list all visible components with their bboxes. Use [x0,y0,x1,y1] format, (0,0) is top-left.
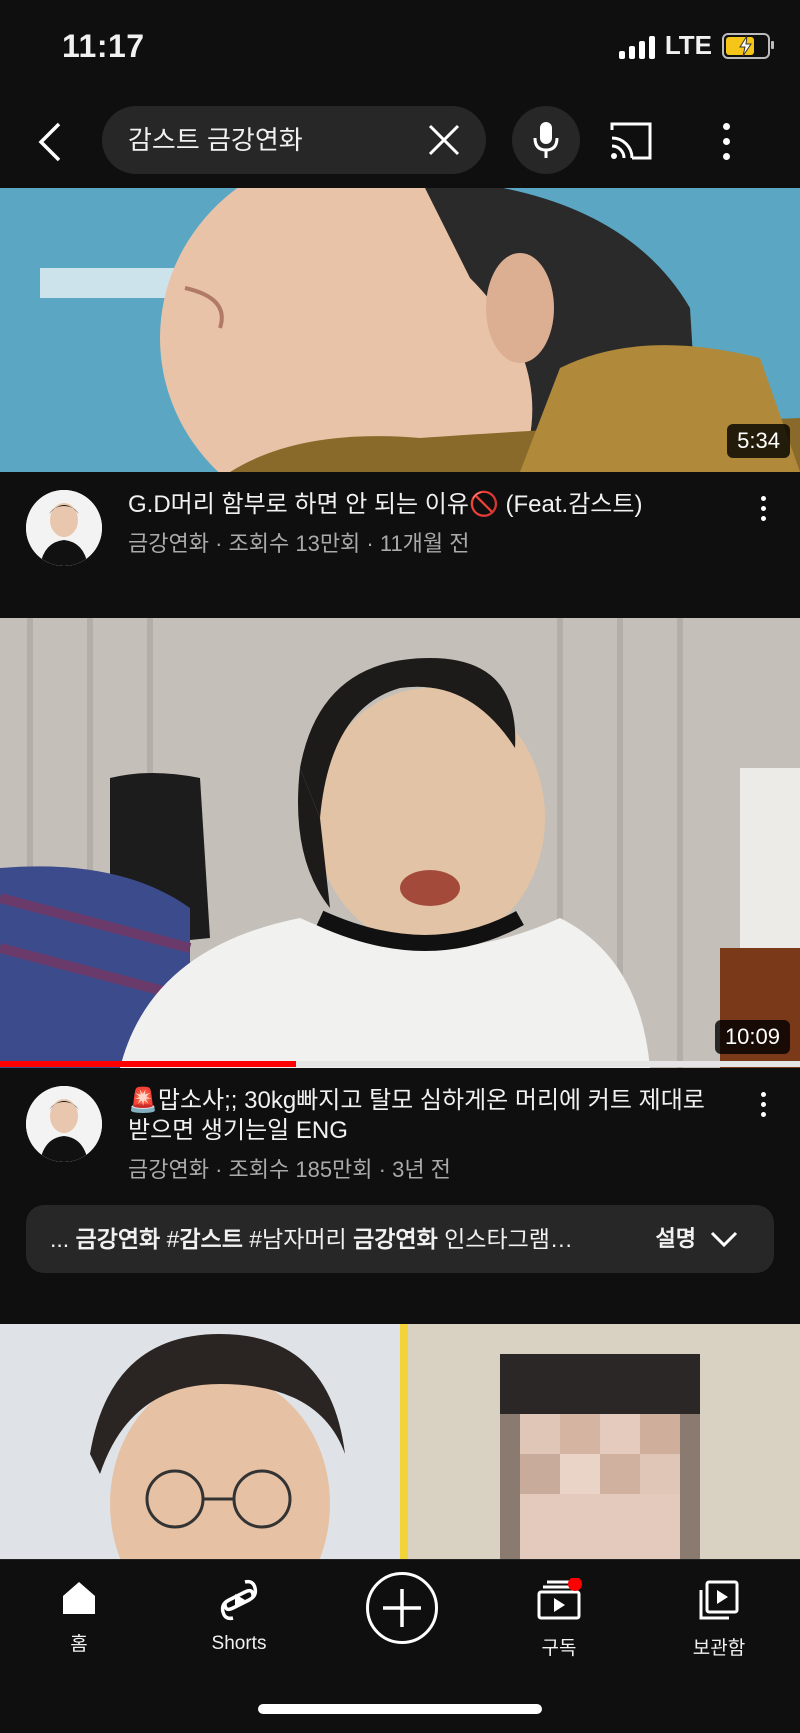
create-button[interactable] [366,1572,438,1644]
nav-library[interactable]: 보관함 [654,1578,784,1660]
shorts-icon [220,1579,258,1621]
video-menu-button[interactable] [748,488,778,528]
nav-shorts[interactable]: Shorts [174,1578,304,1655]
channel-avatar[interactable] [26,1086,102,1162]
search-query: 감스트 금강연화 [128,125,303,155]
video-title[interactable]: 🚨맙소사;; 30kg빠지고 탈모 심하게온 머리에 커트 제대로 받으면 생기… [128,1086,708,1146]
voice-search-button[interactable] [512,106,580,174]
create-icon [383,1589,421,1627]
video-title[interactable]: G.D머리 함부로 하면 안 되는 이유🚫 (Feat.감스트) [128,490,708,520]
video-thumbnail[interactable] [0,1324,800,1559]
nav-shorts-label: Shorts [211,1633,267,1654]
watch-progress-fill [0,1061,296,1067]
home-icon [63,1582,95,1614]
chevron-down-icon [710,1231,738,1248]
nav-subscriptions[interactable]: 구독 [494,1577,624,1660]
description-expand-button[interactable]: 설명 [656,1205,738,1273]
thumbnail-image [0,188,800,472]
video-duration: 5:34 [727,424,790,458]
close-icon [428,124,460,156]
video-thumbnail[interactable]: 10:09 [0,618,800,1068]
description-text: ... 금강연화 #감스트 #남자머리 금강연화 인스타그램… [50,1226,573,1252]
status-time: 11:17 [62,28,145,64]
video-duration: 10:09 [714,1020,790,1054]
cast-icon [610,122,652,160]
nav-subscriptions-label: 구독 [541,1638,577,1659]
network-label: LTE [664,30,712,60]
signal-icon [618,33,655,59]
video-menu-button[interactable] [748,1084,778,1124]
nav-home[interactable]: 홈 [14,1578,144,1656]
search-input[interactable]: 감스트 금강연화 [102,106,486,174]
video-thumbnail[interactable]: 5:34 [0,188,800,472]
thumbnail-image [0,618,800,1068]
subscriptions-icon [537,1577,582,1620]
status-indicators: LTE [618,30,774,61]
thumbnail-image [0,1324,800,1559]
mic-icon [533,122,559,158]
description-snippet[interactable]: ... 금강연화 #감스트 #남자머리 금강연화 인스타그램… 설명 [26,1205,774,1273]
home-indicator [258,1704,542,1714]
battery-icon [722,32,774,59]
nav-home-label: 홈 [70,1634,88,1655]
video-meta: 금강연화 · 조회수 13만회 · 11개월 전 [128,531,470,556]
video-meta: 금강연화 · 조회수 185만회 · 3년 전 [128,1157,451,1182]
watch-progress-bar [0,1061,800,1067]
back-button[interactable] [30,112,70,172]
channel-avatar[interactable] [26,490,102,566]
library-icon [699,1580,739,1620]
clear-search-button[interactable] [424,120,464,160]
cast-button[interactable] [606,116,656,166]
nav-library-label: 보관함 [692,1638,746,1659]
more-options-button[interactable] [706,116,746,166]
back-arrow-icon [38,122,61,162]
